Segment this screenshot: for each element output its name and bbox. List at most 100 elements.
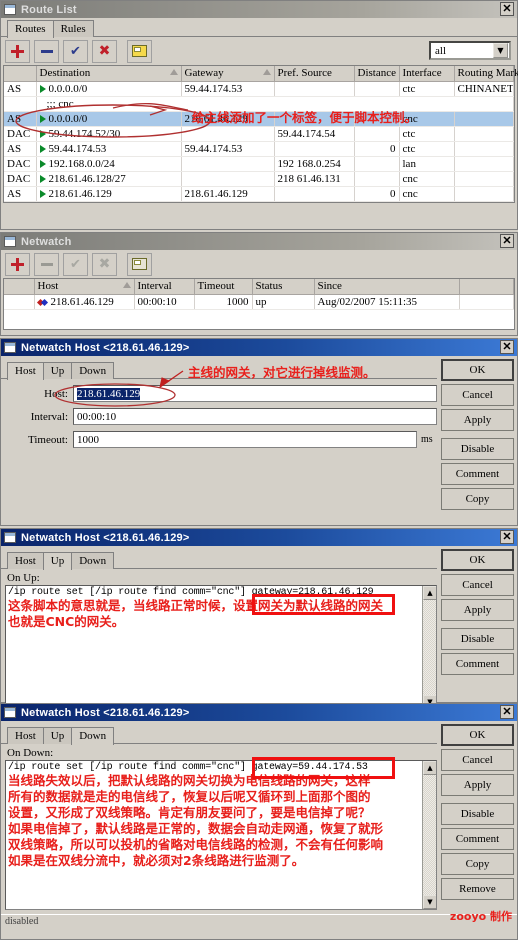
scroll-up-icon[interactable]: ▲: [423, 761, 436, 775]
route-arrow-icon: [39, 144, 46, 153]
scrollbar-track[interactable]: [423, 775, 436, 895]
host-input[interactable]: 218.61.46.129: [73, 385, 437, 402]
enable-button[interactable]: ✔: [63, 39, 88, 63]
col-timeout[interactable]: Timeout: [194, 279, 253, 295]
comment-button[interactable]: [127, 39, 152, 63]
cell-destination: 218.61.46.128/27: [36, 171, 182, 187]
col-gateway[interactable]: Gateway: [181, 66, 275, 82]
cell-comment: ;;; cnc: [36, 96, 514, 112]
cell-destination: 0.0.0.0/0: [36, 111, 182, 127]
remove-button[interactable]: [34, 252, 59, 276]
col-interface[interactable]: Interface: [399, 66, 455, 82]
table-row[interactable]: AS 0.0.0.0/0 59.44.174.53 ctc CHINANET: [4, 81, 514, 97]
table-row[interactable]: DAC 218.61.46.128/27 218 61.46.131 cnc: [4, 171, 514, 187]
add-button[interactable]: [5, 252, 30, 276]
table-row[interactable]: 218.61.46.129 00:00:10 1000 up Aug/02/20…: [4, 294, 514, 310]
tab-rules[interactable]: Rules: [52, 20, 94, 37]
on-up-script-box[interactable]: /ip route set [/ip route find comm="cnc"…: [5, 585, 437, 710]
tab-up[interactable]: Up: [42, 727, 73, 744]
table-row[interactable]: DAC 192.168.0.0/24 192 168.0.254 lan: [4, 156, 514, 172]
close-icon[interactable]: ✕: [500, 2, 514, 16]
tab-down[interactable]: Down: [71, 727, 115, 745]
remove-button[interactable]: [34, 39, 59, 63]
close-icon[interactable]: ✕: [500, 340, 514, 354]
netwatch-toolbar: ✔ ✖: [1, 250, 517, 278]
cancel-button[interactable]: Cancel: [441, 574, 514, 596]
scroll-up-icon[interactable]: ▲: [423, 586, 436, 600]
scrollbar-vertical[interactable]: ▲ ▼: [422, 761, 436, 909]
tab-host[interactable]: Host: [7, 552, 44, 569]
route-list-toolbar: ✔ ✖ all ▼: [1, 37, 517, 65]
close-icon[interactable]: ✕: [500, 705, 514, 719]
disable-button[interactable]: Disable: [441, 803, 514, 825]
table-row[interactable]: AS 59.44.174.53 59.44.174.53 0 ctc: [4, 141, 514, 157]
copy-button[interactable]: Copy: [441, 488, 514, 510]
tab-routes[interactable]: Routes: [7, 20, 54, 38]
table-row[interactable]: DAC 59.44.174.52/30 59.44.174.54 ctc: [4, 126, 514, 142]
ok-button[interactable]: OK: [441, 724, 514, 746]
scroll-down-icon[interactable]: ▼: [423, 895, 436, 909]
table-row-comment[interactable]: ;;; cnc: [4, 96, 514, 112]
route-arrow-icon: [39, 159, 46, 168]
tab-host[interactable]: Host: [7, 727, 44, 744]
cancel-button[interactable]: Cancel: [441, 384, 514, 406]
scrollbar-vertical[interactable]: ▲ ▼: [422, 586, 436, 709]
remove-button[interactable]: Remove: [441, 878, 514, 900]
disable-button[interactable]: ✖: [92, 252, 117, 276]
cell-routing-mark: [454, 111, 514, 127]
col-since[interactable]: Since: [314, 279, 460, 295]
cell-pref-source: 218 61.46.131: [274, 171, 355, 187]
cell-pref-source: [274, 186, 355, 202]
col-spacer[interactable]: [459, 279, 514, 295]
tab-up[interactable]: Up: [42, 552, 73, 570]
col-routing-mark[interactable]: Routing Mark: [454, 66, 518, 82]
enable-button[interactable]: ✔: [63, 252, 88, 276]
col-destination[interactable]: Destination: [36, 66, 182, 82]
apply-button[interactable]: Apply: [441, 774, 514, 796]
cancel-button[interactable]: Cancel: [441, 749, 514, 771]
cell-pref-source: [274, 141, 355, 157]
cell-distance: [354, 126, 400, 142]
chevron-down-icon: ▼: [493, 43, 508, 58]
tab-up[interactable]: Up: [42, 362, 73, 379]
tab-host[interactable]: Host: [7, 362, 44, 380]
col-flags[interactable]: [4, 66, 37, 82]
col-status[interactable]: Status: [252, 279, 315, 295]
close-icon[interactable]: ✕: [500, 530, 514, 544]
comment-button[interactable]: Comment: [441, 463, 514, 485]
cross-icon: ✖: [98, 255, 111, 272]
table-row[interactable]: AS 218.61.46.129 218.61.46.129 0 cnc: [4, 186, 514, 202]
add-button[interactable]: [5, 39, 30, 63]
tab-down[interactable]: Down: [71, 552, 115, 569]
disable-button[interactable]: Disable: [441, 628, 514, 650]
apply-button[interactable]: Apply: [441, 599, 514, 621]
netwatch-table: Host Interval Timeout Status Since 218.6…: [3, 278, 515, 330]
tab-down[interactable]: Down: [71, 362, 115, 379]
interval-input[interactable]: 00:00:10: [73, 408, 437, 425]
col-blank[interactable]: [4, 279, 35, 295]
route-filter-select[interactable]: all ▼: [429, 41, 511, 60]
table-row[interactable]: AS 0.0.0.0/0 218.61.46.129 cnc: [4, 111, 514, 127]
cell-distance: [354, 111, 400, 127]
comment-button[interactable]: [127, 252, 152, 276]
on-down-script-box[interactable]: /ip route set [/ip route find comm="cnc"…: [5, 760, 437, 910]
annotation-down-line-6: 如果是在双线分流中，就必须对2条线路进行监测了。: [8, 853, 305, 868]
col-interval[interactable]: Interval: [134, 279, 195, 295]
ok-button[interactable]: OK: [441, 549, 514, 571]
comment-button[interactable]: Comment: [441, 653, 514, 675]
col-host[interactable]: Host: [34, 279, 135, 295]
copy-button[interactable]: Copy: [441, 853, 514, 875]
ok-button[interactable]: OK: [441, 359, 514, 381]
disable-button[interactable]: Disable: [441, 438, 514, 460]
disable-button[interactable]: ✖: [92, 39, 117, 63]
col-distance[interactable]: Distance: [354, 66, 400, 82]
timeout-input[interactable]: 1000: [73, 431, 417, 448]
col-pref-source[interactable]: Pref. Source: [274, 66, 355, 82]
netwatch-status-icon: [38, 298, 48, 306]
apply-button[interactable]: Apply: [441, 409, 514, 431]
close-icon[interactable]: ✕: [500, 234, 514, 248]
scrollbar-track[interactable]: [423, 600, 436, 695]
netwatch-title: Netwatch: [21, 235, 72, 248]
comment-button[interactable]: Comment: [441, 828, 514, 850]
add-icon: [11, 257, 24, 271]
